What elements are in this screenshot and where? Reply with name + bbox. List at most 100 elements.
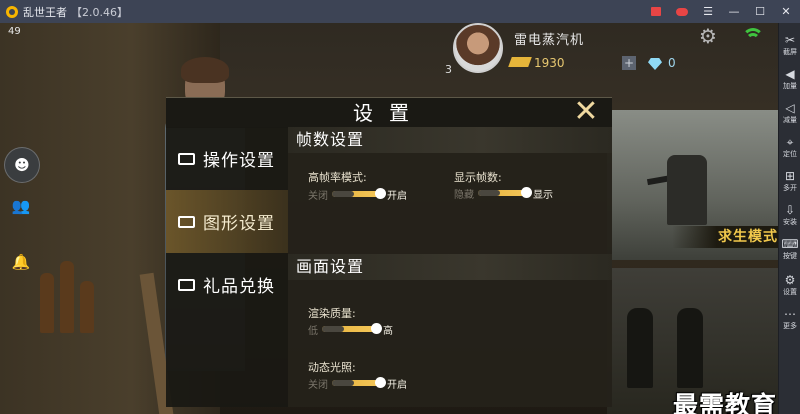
toggle-off-label: 关闭	[308, 379, 328, 391]
slider-knob[interactable]	[371, 323, 382, 334]
keyboard-icon: ⌨	[781, 237, 799, 251]
sidebar-button-label: 减量	[783, 116, 797, 124]
toggle-knob[interactable]	[375, 377, 386, 388]
volume-down-icon: ◁	[785, 101, 795, 115]
slider-low-label: 低	[308, 325, 318, 337]
sidebar-button-multi-window[interactable]: ⊞ 多开	[779, 169, 800, 199]
bottle	[40, 273, 54, 333]
watermark: 最需教育	[673, 391, 778, 414]
friends-icon: 👥	[11, 197, 31, 215]
sidebar-button-install[interactable]: ⇩ 安装	[779, 203, 800, 233]
sidebar-button-keyboard[interactable]: ⌨ 按键	[779, 237, 800, 267]
menu-icon[interactable]: ☰	[702, 5, 714, 18]
sidebar-button-label: 定位	[783, 150, 797, 158]
toggle-knob[interactable]	[375, 188, 386, 199]
toggle-track[interactable]	[332, 188, 386, 199]
diamond-icon	[648, 58, 662, 70]
emulator-sidebar: ✂ 截屏 ◀ 加量 ◁ 减量 ⌖ 定位 ⊞ 多开 ⇩ 安装 ⌨ 按键 ⚙ 设置 ⋯ 更多	[778, 23, 800, 414]
render-quality-label: 渲染质量:	[308, 307, 356, 320]
background-bottles	[40, 253, 100, 333]
player-name: 雷电蒸汽机	[514, 33, 585, 48]
gem-amount: 0	[668, 56, 676, 70]
tab-controls-settings[interactable]: 操作设置	[166, 127, 288, 190]
player-level: 3	[445, 63, 452, 76]
bottle	[80, 281, 94, 333]
sidebar-button-label: 加量	[783, 82, 797, 90]
high-fps-toggle[interactable]: 关闭 开启	[308, 187, 407, 202]
toggle-on-label: 开启	[387, 379, 407, 391]
show-fps-label: 显示帧数:	[454, 171, 502, 184]
friends-button[interactable]: 👥	[4, 189, 38, 223]
promo-label: 求生模式	[672, 226, 778, 248]
dialog-header: 设置 ✕	[166, 96, 612, 128]
sidebar-button-label: 安装	[783, 218, 797, 226]
dialog-title: 设置	[353, 101, 425, 125]
controls-tab-icon	[178, 152, 195, 165]
tab-graphics-settings[interactable]: 图形设置	[166, 190, 288, 253]
slider-track[interactable]	[322, 323, 382, 334]
app-version: 【2.0.46】	[71, 5, 128, 19]
gift-redeem-tab-icon	[178, 278, 195, 291]
settings-dialog: 设置 ✕ 操作设置 图形设置 礼品兑换 帧数设置 高帧率模式: 关闭 开启 显示…	[166, 96, 612, 407]
show-fps-toggle[interactable]: 隐藏 显示	[454, 186, 553, 201]
close-dialog-button[interactable]: ✕	[570, 96, 602, 128]
sidebar-button-gear[interactable]: ⚙ 设置	[779, 273, 800, 303]
scissors-icon: ✂	[784, 33, 796, 47]
game-viewport[interactable]: 49 ☻ 👥 🔔 3 雷电蒸汽机 1930 + 0 ⚙ 求生模式 设置 ✕ 操作…	[0, 23, 778, 414]
minimize-icon[interactable]: —	[728, 5, 740, 18]
chat-icon: ☻	[14, 156, 30, 174]
close-window-icon[interactable]: ✕	[780, 5, 792, 18]
install-icon: ⇩	[784, 203, 796, 217]
more-icon: ⋯	[784, 307, 796, 321]
bottle	[60, 261, 74, 333]
display-section-title: 画面设置	[296, 257, 365, 276]
sidebar-button-label: 多开	[783, 184, 797, 192]
frame-section-title: 帧数设置	[296, 130, 365, 149]
section-header: 帧数设置	[288, 127, 612, 153]
sidebar-button-location[interactable]: ⌖ 定位	[779, 135, 800, 165]
settings-nav: 操作设置 图形设置 礼品兑换	[166, 127, 288, 407]
gold-icon	[508, 57, 532, 67]
dynamic-lighting-toggle[interactable]: 关闭 开启	[308, 376, 407, 391]
sidebar-button-label: 更多	[783, 322, 797, 330]
chat-button[interactable]: ☻	[4, 147, 40, 183]
toggle-off-label: 隐藏	[454, 189, 474, 201]
notification-button[interactable]: 🔔	[4, 245, 38, 279]
tab-label: 图形设置	[203, 214, 275, 234]
game-settings-gear-icon[interactable]: ⚙	[697, 25, 719, 47]
render-quality-slider[interactable]: 低 高	[308, 322, 393, 337]
toggle-off-label: 关闭	[308, 190, 328, 202]
toggle-track[interactable]	[478, 187, 532, 198]
maximize-icon[interactable]: ☐	[754, 5, 766, 18]
app-logo-icon	[6, 5, 18, 18]
window-controls: ☰ — ☐ ✕	[650, 0, 792, 23]
tab-gift-redeem[interactable]: 礼品兑换	[166, 253, 288, 316]
volume-up-icon: ◀	[785, 67, 795, 81]
gamepad-icon[interactable]	[676, 6, 688, 18]
toggle-on-label: 开启	[387, 190, 407, 202]
close-icon: ✕	[573, 94, 599, 129]
tab-label: 礼品兑换	[203, 277, 275, 297]
add-currency-button[interactable]: +	[622, 56, 636, 70]
location-icon: ⌖	[786, 135, 794, 149]
graphics-tab-icon	[178, 215, 195, 228]
sidebar-button-more[interactable]: ⋯ 更多	[779, 307, 800, 337]
multi-window-icon: ⊞	[784, 169, 796, 183]
gift-icon[interactable]	[650, 6, 662, 18]
gear-icon: ⚙	[784, 273, 796, 287]
dynamic-lighting-label: 动态光照:	[308, 361, 356, 374]
sidebar-button-volume-down[interactable]: ◁ 减量	[779, 101, 800, 131]
player-avatar[interactable]	[453, 23, 503, 73]
sidebar-button-scissors[interactable]: ✂ 截屏	[779, 33, 800, 63]
toggle-knob[interactable]	[521, 187, 532, 198]
section-header: 画面设置	[288, 254, 612, 280]
sidebar-button-label: 按键	[783, 252, 797, 260]
toggle-track[interactable]	[332, 377, 386, 388]
slider-high-label: 高	[383, 325, 393, 337]
tab-label: 操作设置	[203, 151, 275, 171]
bell-alert-icon: 🔔	[11, 253, 31, 271]
sidebar-button-label: 截屏	[783, 48, 797, 56]
sidebar-button-volume-up[interactable]: ◀ 加量	[779, 67, 800, 97]
wifi-icon	[742, 28, 764, 46]
gold-amount: 1930	[534, 56, 565, 70]
